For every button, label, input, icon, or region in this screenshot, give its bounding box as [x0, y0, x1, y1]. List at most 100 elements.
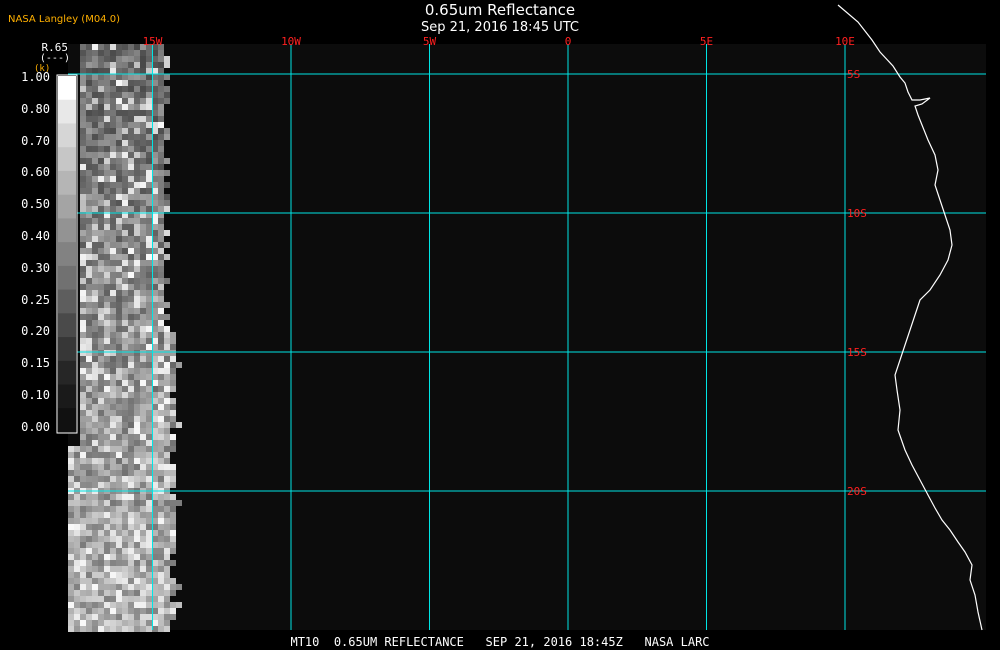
imagery-pixel: [98, 80, 104, 86]
imagery-pixel: [86, 320, 92, 326]
imagery-pixel: [110, 464, 116, 470]
imagery-pixel: [80, 470, 86, 476]
imagery-pixel: [164, 416, 170, 422]
imagery-pixel: [146, 494, 152, 500]
imagery-pixel: [98, 590, 104, 596]
imagery-pixel: [140, 122, 146, 128]
imagery-pixel: [110, 470, 116, 476]
imagery-pixel: [140, 620, 146, 626]
imagery-pixel: [98, 380, 104, 386]
imagery-pixel: [134, 260, 140, 266]
imagery-pixel: [104, 428, 110, 434]
imagery-pixel: [98, 248, 104, 254]
imagery-pixel: [134, 182, 140, 188]
imagery-pixel: [80, 566, 86, 572]
imagery-pixel: [92, 56, 98, 62]
imagery-pixel: [104, 464, 110, 470]
imagery-pixel: [146, 344, 152, 350]
imagery-pixel: [92, 344, 98, 350]
imagery-pixel: [140, 200, 146, 206]
imagery-pixel: [128, 356, 134, 362]
imagery-pixel: [164, 170, 170, 176]
imagery-pixel: [116, 86, 122, 92]
imagery-pixel: [80, 80, 86, 86]
imagery-pixel: [116, 44, 122, 50]
imagery-pixel: [140, 566, 146, 572]
imagery-pixel: [86, 554, 92, 560]
imagery-pixel: [110, 374, 116, 380]
imagery-pixel: [146, 374, 152, 380]
imagery-pixel: [164, 74, 170, 80]
imagery-pixel: [164, 230, 170, 236]
imagery-pixel: [170, 440, 176, 446]
imagery-pixel: [122, 110, 128, 116]
imagery-pixel: [146, 68, 152, 74]
imagery-pixel: [164, 500, 170, 506]
imagery-pixel: [104, 512, 110, 518]
imagery-pixel: [128, 566, 134, 572]
imagery-pixel: [86, 92, 92, 98]
imagery-pixel: [110, 608, 116, 614]
imagery-pixel: [140, 164, 146, 170]
imagery-pixel: [158, 260, 164, 266]
imagery-pixel: [140, 68, 146, 74]
imagery-pixel: [92, 86, 98, 92]
imagery-pixel: [116, 392, 122, 398]
imagery-pixel: [80, 500, 86, 506]
imagery-pixel: [116, 500, 122, 506]
imagery-pixel: [86, 98, 92, 104]
imagery-pixel: [80, 182, 86, 188]
imagery-pixel: [110, 140, 116, 146]
imagery-pixel: [134, 626, 140, 632]
imagery-pixel: [86, 308, 92, 314]
imagery-pixel: [98, 614, 104, 620]
imagery-pixel: [116, 56, 122, 62]
imagery-pixel: [86, 350, 92, 356]
imagery-pixel: [92, 260, 98, 266]
imagery-pixel: [128, 440, 134, 446]
imagery-pixel: [146, 416, 152, 422]
imagery-pixel: [164, 536, 170, 542]
imagery-pixel: [80, 494, 86, 500]
imagery-pixel: [140, 422, 146, 428]
imagery-pixel: [74, 446, 80, 452]
imagery-pixel: [128, 422, 134, 428]
imagery-pixel: [104, 104, 110, 110]
imagery-pixel: [146, 206, 152, 212]
imagery-pixel: [146, 92, 152, 98]
imagery-pixel: [170, 416, 176, 422]
imagery-pixel: [134, 368, 140, 374]
imagery-pixel: [176, 584, 182, 590]
imagery-pixel: [104, 596, 110, 602]
imagery-pixel: [92, 500, 98, 506]
imagery-pixel: [122, 620, 128, 626]
imagery-pixel: [80, 524, 86, 530]
imagery-pixel: [92, 224, 98, 230]
imagery-pixel: [140, 302, 146, 308]
imagery-pixel: [122, 80, 128, 86]
imagery-pixel: [104, 362, 110, 368]
imagery-pixel: [92, 524, 98, 530]
imagery-pixel: [110, 110, 116, 116]
imagery-pixel: [74, 542, 80, 548]
imagery-pixel: [116, 104, 122, 110]
imagery-pixel: [92, 122, 98, 128]
imagery-pixel: [68, 494, 74, 500]
imagery-pixel: [134, 74, 140, 80]
imagery-pixel: [134, 68, 140, 74]
legend-swatch: [58, 242, 76, 267]
imagery-pixel: [146, 386, 152, 392]
imagery-pixel: [80, 368, 86, 374]
imagery-pixel: [128, 152, 134, 158]
imagery-pixel: [110, 548, 116, 554]
imagery-pixel: [122, 152, 128, 158]
imagery-pixel: [74, 506, 80, 512]
imagery-pixel: [164, 524, 170, 530]
imagery-pixel: [86, 332, 92, 338]
imagery-pixel: [116, 590, 122, 596]
imagery-pixel: [104, 368, 110, 374]
imagery-pixel: [110, 170, 116, 176]
imagery-pixel: [116, 296, 122, 302]
imagery-pixel: [110, 98, 116, 104]
imagery-pixel: [116, 302, 122, 308]
